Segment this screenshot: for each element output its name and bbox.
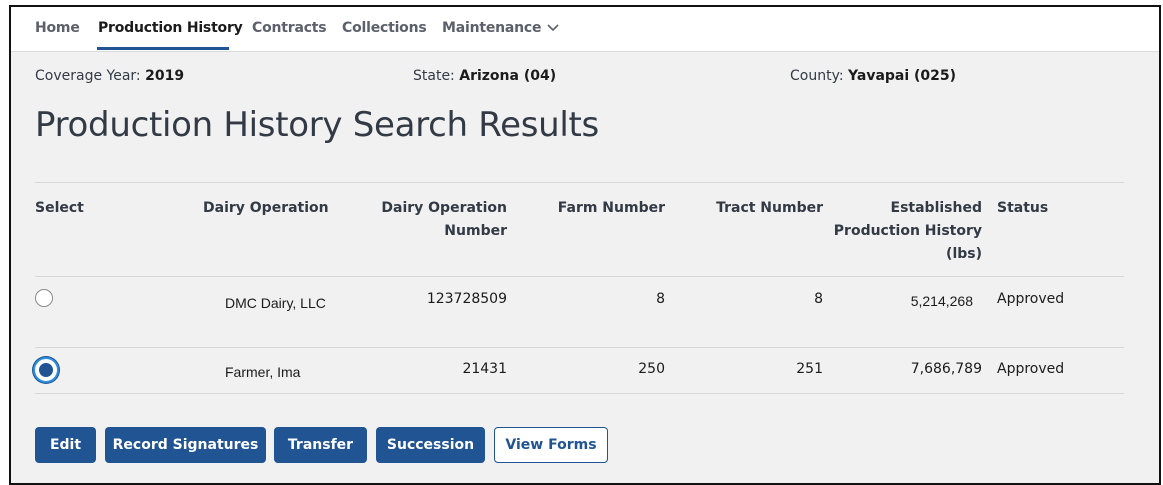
nav-maintenance-label: Maintenance [442, 20, 542, 36]
row-divider [35, 276, 1124, 277]
view-forms-button[interactable]: View Forms [494, 427, 608, 463]
state-value: Arizona (04) [459, 68, 557, 84]
cell-established-production-history: 5,214,268 [910, 293, 973, 309]
header-line: Dairy Operation [381, 200, 507, 216]
county: County: Yavapai (025) [790, 68, 956, 84]
header-line: Production History [833, 223, 982, 239]
cell-status: Approved [997, 361, 1065, 377]
header-dairy-operation: Dairy Operation [203, 200, 329, 216]
cell-farm-number: 8 [656, 291, 665, 307]
top-navigation: Home Production History Contracts Collec… [11, 7, 1159, 52]
county-label: County: [790, 68, 844, 84]
header-established-production-history: Established Production History (lbs) [834, 197, 982, 266]
nav-collections[interactable]: Collections [342, 20, 427, 36]
row-select-radio[interactable] [35, 289, 53, 307]
header-farm-number: Farm Number [557, 200, 665, 216]
cell-dairy-operation-number: 21431 [462, 361, 507, 377]
cell-tract-number: 251 [796, 361, 823, 377]
header-select: Select [35, 200, 84, 216]
county-value: Yavapai (025) [848, 68, 957, 84]
cell-tract-number: 8 [814, 291, 823, 307]
coverage-year-value: 2019 [145, 68, 185, 84]
succession-button[interactable]: Succession [376, 427, 485, 463]
cell-established-production-history: 7,686,789 [910, 361, 982, 377]
state: State: Arizona (04) [413, 68, 556, 84]
cell-dairy-operation-number: 123728509 [426, 291, 507, 307]
record-signatures-button[interactable]: Record Signatures [105, 427, 266, 463]
header-dairy-operation-number: Dairy Operation Number [381, 197, 507, 243]
nav-home[interactable]: Home [35, 20, 80, 36]
nav-maintenance[interactable]: Maintenance [442, 20, 559, 36]
app-frame: Home Production History Contracts Collec… [9, 5, 1161, 485]
header-tract-number: Tract Number [716, 200, 823, 216]
header-status: Status [997, 200, 1049, 216]
page-title: Production History Search Results [35, 105, 599, 145]
table-bottom-border [35, 393, 1124, 394]
coverage-year: Coverage Year: 2019 [35, 68, 184, 84]
header-line: Number [444, 223, 507, 239]
table-top-border [35, 182, 1124, 183]
coverage-year-label: Coverage Year: [35, 68, 141, 84]
cell-farm-number: 250 [638, 361, 665, 377]
active-tab-indicator [97, 47, 229, 50]
chevron-down-icon [547, 21, 559, 35]
header-line: (lbs) [946, 246, 982, 262]
state-label: State: [413, 68, 455, 84]
cell-dairy-operation: DMC Dairy, LLC [225, 295, 326, 311]
transfer-button[interactable]: Transfer [274, 427, 367, 463]
nav-production-history[interactable]: Production History [98, 20, 243, 36]
header-line: Established [890, 200, 982, 216]
edit-button[interactable]: Edit [35, 427, 96, 463]
nav-contracts[interactable]: Contracts [252, 20, 327, 36]
row-divider [35, 347, 1124, 348]
cell-dairy-operation: Farmer, Ima [225, 364, 301, 380]
cell-status: Approved [997, 291, 1065, 307]
row-select-radio[interactable] [35, 359, 57, 381]
